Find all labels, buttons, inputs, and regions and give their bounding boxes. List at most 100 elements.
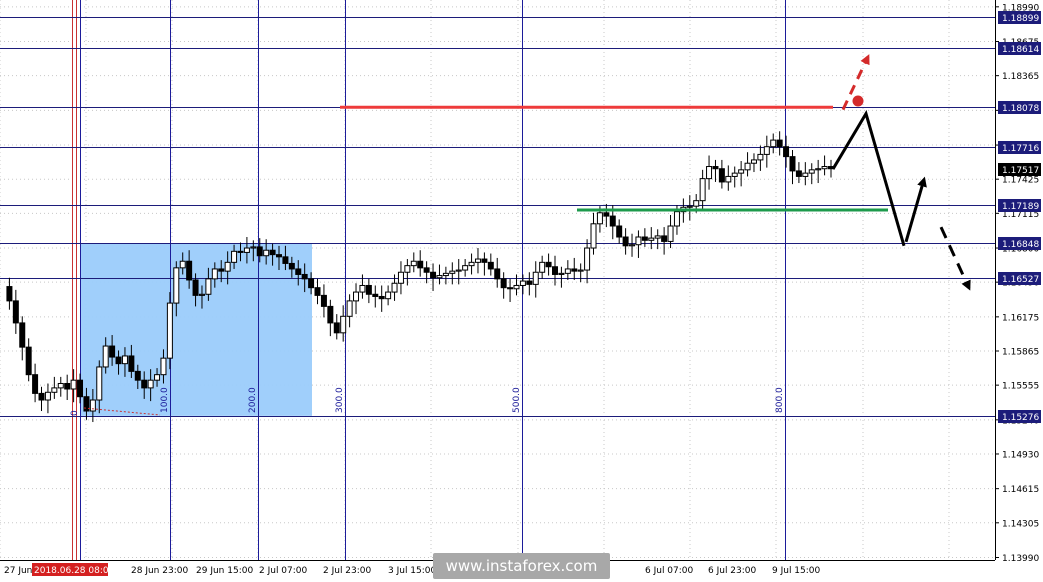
- candle-87: [558, 266, 565, 288]
- candle-body-34: [218, 268, 225, 272]
- candle-body-90: [577, 269, 584, 272]
- candle-82: [526, 272, 533, 296]
- candle-body-101: [648, 237, 655, 241]
- candle-body-111: [712, 166, 719, 170]
- candle-body-87: [558, 272, 565, 275]
- candle-2: [12, 289, 19, 334]
- level-tag-7: 1.15276: [1002, 413, 1039, 423]
- level-tag-5: 1.16848: [1002, 240, 1039, 250]
- candle-77: [494, 257, 501, 288]
- candle-body-43: [276, 254, 282, 258]
- candle-body-65: [417, 260, 424, 269]
- candle-52: [333, 314, 340, 340]
- candle-body-77: [494, 268, 501, 280]
- candle-body-49: [314, 287, 321, 296]
- candle-body-120: [770, 139, 777, 148]
- candle-114: [731, 166, 738, 188]
- candle-body-52: [333, 322, 340, 334]
- candle-body-61: [391, 282, 398, 293]
- y-label-15: 1.14305: [1002, 519, 1039, 529]
- candle-128: [821, 155, 828, 176]
- candle-body-81: [519, 280, 526, 286]
- candle-body-113: [725, 175, 732, 183]
- x-label-8: 6 Jul 23:00: [708, 566, 757, 576]
- y-label-10: 1.15865: [1002, 347, 1039, 357]
- candle-55: [353, 283, 360, 315]
- candle-body-46: [295, 268, 302, 275]
- candle-body-103: [661, 235, 668, 242]
- watermark: www.instaforex.com: [433, 553, 610, 579]
- candle-body-118: [757, 153, 764, 161]
- candle-body-110: [706, 166, 713, 180]
- candle-99: [635, 230, 642, 258]
- y-label-13: 1.14930: [1002, 450, 1039, 460]
- candle-body-38: [243, 247, 250, 253]
- candle-body-66: [423, 267, 430, 273]
- y-label-16: 1.13990: [1002, 554, 1039, 564]
- fib-label-5: 800.0: [775, 387, 785, 413]
- candle-body-114: [731, 172, 738, 177]
- candle-body-37: [237, 250, 244, 253]
- candle-body-50: [320, 294, 327, 307]
- fib-label-0: 0: [70, 410, 80, 416]
- candle-body-86: [552, 266, 558, 275]
- current-price-label: 1.17517: [1002, 166, 1039, 176]
- candle-body-14: [89, 399, 96, 412]
- candle-body-53: [340, 315, 347, 334]
- candle-122: [783, 135, 790, 168]
- candle-109: [699, 169, 706, 210]
- candle-body-42: [269, 249, 276, 256]
- candle-body-122: [783, 146, 790, 158]
- candle-body-3: [19, 322, 26, 348]
- candle-83: [532, 261, 539, 298]
- candle-body-76: [487, 261, 494, 270]
- candle-4: [25, 338, 32, 382]
- level-tag-0: 1.18899: [1002, 14, 1039, 24]
- candle-120: [770, 133, 777, 154]
- candle-86: [552, 255, 558, 286]
- candle-116: [744, 152, 751, 177]
- candle-body-74: [474, 258, 481, 263]
- candle-body-89: [571, 268, 578, 272]
- candle-body-23: [147, 379, 154, 389]
- candle-6: [38, 386, 45, 412]
- candle-84: [539, 255, 546, 279]
- candle-117: [750, 153, 757, 173]
- level-tag-3: 1.17716: [1002, 144, 1039, 154]
- candle-54: [346, 294, 353, 328]
- candle-body-124: [795, 170, 802, 177]
- price-axis: 1.189901.186751.183651.180501.177351.174…: [995, 0, 1043, 582]
- candle-body-57: [365, 284, 372, 295]
- candle-body-70: [449, 270, 456, 274]
- candle-58: [372, 285, 379, 308]
- candle-body-47: [301, 273, 308, 280]
- candle-49: [314, 278, 321, 305]
- candle-112: [718, 159, 725, 189]
- candle-body-71: [455, 269, 462, 272]
- candle-body-35: [224, 261, 231, 272]
- candle-body-59: [378, 295, 385, 300]
- candle-74: [474, 248, 481, 274]
- candle-body-123: [789, 156, 796, 172]
- candle-body-97: [622, 236, 629, 247]
- candle-body-92: [590, 223, 597, 249]
- forecast-main: [831, 109, 906, 247]
- candle-62: [397, 261, 404, 295]
- candle-body-25: [160, 357, 167, 376]
- candle-9: [57, 376, 64, 397]
- candle-body-18: [115, 356, 122, 365]
- x-label-3: 29 Jun 15:00: [196, 566, 253, 576]
- fib-label-1: 100.0: [160, 387, 170, 413]
- candle-123: [789, 150, 796, 185]
- candle-70: [449, 262, 456, 285]
- y-label-14: 1.14615: [1002, 485, 1039, 495]
- candle-body-91: [584, 247, 591, 271]
- candle-body-22: [141, 379, 148, 389]
- candle-71: [455, 259, 462, 285]
- candle-body-54: [346, 300, 353, 317]
- x-label-5: 2 Jul 23:00: [323, 566, 372, 576]
- candle-81: [519, 274, 526, 295]
- candle-113: [725, 165, 732, 191]
- candle-body-62: [397, 271, 404, 284]
- candle-107: [686, 195, 693, 221]
